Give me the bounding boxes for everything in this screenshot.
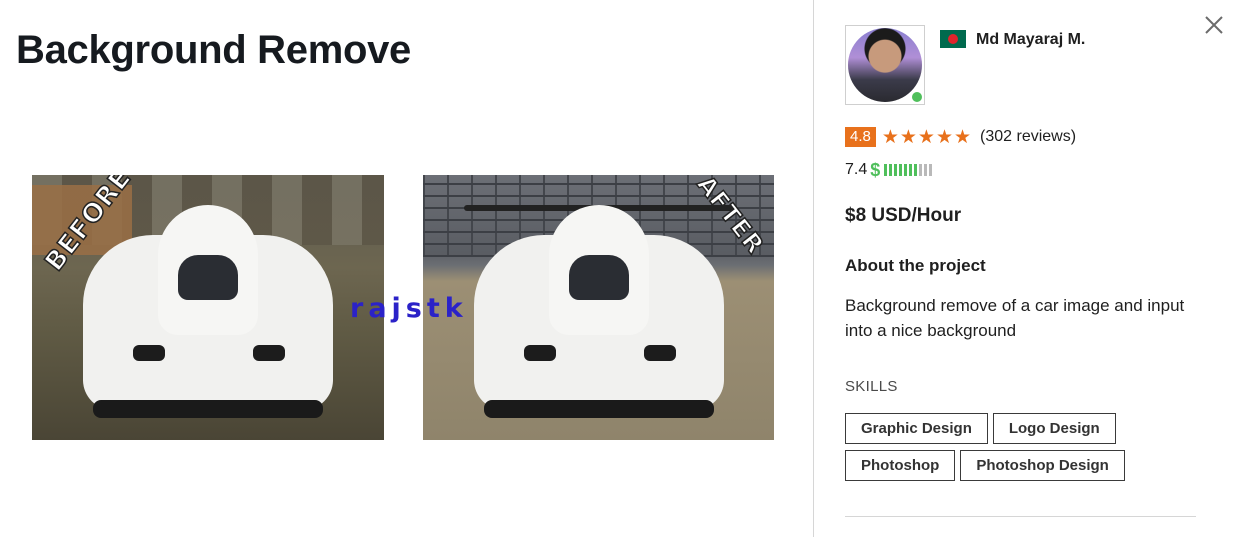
- skill-tag[interactable]: Photoshop Design: [960, 450, 1125, 481]
- skill-tag[interactable]: Graphic Design: [845, 413, 988, 444]
- avatar[interactable]: [845, 25, 925, 105]
- race-car-before: [63, 195, 353, 425]
- skill-tag[interactable]: Logo Design: [992, 413, 1116, 444]
- hourly-rate: $8 USD/Hour: [845, 205, 962, 226]
- reviews-count[interactable]: (302 reviews): [980, 128, 1076, 146]
- freelancer-details-panel: Md Mayaraj M. 4.8 ★★★★★ (302 reviews) 7.…: [814, 0, 1241, 537]
- section-divider: [845, 516, 1196, 517]
- earnings-bar-segment: [889, 164, 893, 176]
- earnings-bar-segment: [904, 164, 908, 176]
- online-status-icon: [910, 90, 924, 104]
- skill-tag[interactable]: Photoshop: [845, 450, 956, 481]
- avatar-photo: [848, 28, 922, 102]
- earnings-bar-segment: [899, 164, 903, 176]
- race-car-after: [454, 195, 744, 425]
- earnings-bar-icon: [884, 164, 933, 176]
- about-heading: About the project: [845, 256, 986, 275]
- freelancer-name[interactable]: Md Mayaraj M.: [976, 31, 1085, 49]
- earnings-score: 7.4: [845, 161, 868, 178]
- about-text: Background remove of a car image and inp…: [845, 296, 1185, 340]
- project-image[interactable]: BEFORE AFTER rajstk: [32, 175, 774, 440]
- project-preview-panel: Background Remove BEFORE AFTER rajstk: [0, 0, 813, 537]
- star-rating-icon: ★★★★★: [881, 126, 973, 148]
- rating-badge: 4.8: [845, 127, 876, 147]
- close-icon[interactable]: [1202, 13, 1226, 37]
- earnings-bar-segment: [929, 164, 933, 176]
- earnings-bar-segment: [919, 164, 923, 176]
- earnings-bar-segment: [924, 164, 928, 176]
- before-photo: BEFORE: [32, 175, 384, 440]
- bangladesh-flag-icon: [940, 30, 966, 48]
- dollar-icon: $: [870, 159, 881, 180]
- earnings-row: 7.4 $: [845, 159, 933, 180]
- after-photo: AFTER: [423, 175, 774, 440]
- earnings-bar-segment: [884, 164, 888, 176]
- earnings-bar-segment: [909, 164, 913, 176]
- rating-row: 4.8 ★★★★★ (302 reviews): [845, 126, 1076, 148]
- skills-heading: SKILLS: [845, 378, 898, 395]
- earnings-bar-segment: [894, 164, 898, 176]
- project-title: Background Remove: [16, 28, 411, 72]
- watermark-text: rajstk: [350, 293, 468, 324]
- earnings-bar-segment: [914, 164, 918, 176]
- skills-list: Graphic Design Logo Design Photoshop Pho…: [845, 413, 1205, 481]
